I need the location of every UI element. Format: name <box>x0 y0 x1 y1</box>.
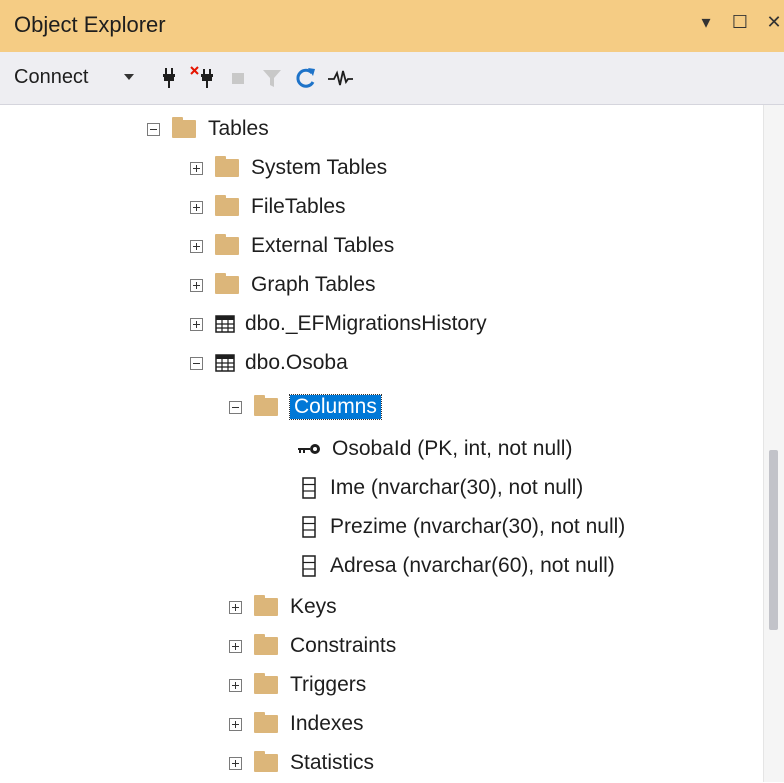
tree-node-graph-tables[interactable]: Graph Tables <box>190 265 376 305</box>
expand-icon[interactable] <box>190 317 203 331</box>
tree-node-tables[interactable]: Tables <box>147 109 269 149</box>
node-label[interactable]: System Tables <box>251 156 387 180</box>
expand-icon[interactable] <box>229 717 242 731</box>
node-label[interactable]: dbo._EFMigrationsHistory <box>245 312 487 336</box>
tree-node-column-osobaid[interactable]: OsobaId (PK, int, not null) <box>296 429 572 469</box>
tree-node-column-ime[interactable]: Ime (nvarchar(30), not null) <box>300 468 583 508</box>
folder-icon <box>215 273 239 294</box>
tree-node-ef-migrations-history[interactable]: dbo._EFMigrationsHistory <box>190 304 487 344</box>
collapse-icon[interactable] <box>190 356 203 370</box>
node-label[interactable]: Statistics <box>290 751 374 775</box>
connect-dropdown-icon[interactable] <box>124 74 134 80</box>
node-label[interactable]: Graph Tables <box>251 273 376 297</box>
node-label[interactable]: Tables <box>208 117 269 141</box>
node-label[interactable]: dbo.Osoba <box>245 351 348 375</box>
title-bar: Object Explorer ▾ ☐ ✕ <box>0 0 784 52</box>
window-title: Object Explorer <box>14 12 166 37</box>
tree-node-indexes[interactable]: Indexes <box>229 704 364 744</box>
stop-icon[interactable] <box>224 65 252 91</box>
tree-node-keys[interactable]: Keys <box>229 587 337 627</box>
folder-icon <box>215 195 239 216</box>
collapse-icon[interactable] <box>147 122 160 136</box>
primary-key-icon <box>298 444 320 454</box>
node-label[interactable]: External Tables <box>251 234 394 258</box>
column-icon <box>302 477 316 499</box>
expand-icon[interactable] <box>190 278 203 292</box>
expand-icon[interactable] <box>190 200 203 214</box>
tree-node-columns[interactable]: Columns <box>229 387 382 427</box>
node-label[interactable]: FileTables <box>251 195 346 219</box>
activity-monitor-icon[interactable] <box>326 65 354 91</box>
node-label[interactable]: OsobaId (PK, int, not null) <box>332 437 572 461</box>
tree-node-column-prezime[interactable]: Prezime (nvarchar(30), not null) <box>300 507 625 547</box>
filter-icon[interactable] <box>258 65 286 91</box>
node-label[interactable]: Constraints <box>290 634 396 658</box>
tree-node-column-adresa[interactable]: Adresa (nvarchar(60), not null) <box>300 546 615 586</box>
close-icon[interactable]: ✕ <box>764 12 784 33</box>
tree-node-system-tables[interactable]: System Tables <box>190 148 387 188</box>
disconnect-plug-icon[interactable] <box>190 65 218 91</box>
scrollbar-thumb[interactable] <box>769 450 778 630</box>
node-label-selected[interactable]: Columns <box>289 394 382 420</box>
tree-node-statistics[interactable]: Statistics <box>229 743 374 783</box>
node-label[interactable]: Ime (nvarchar(30), not null) <box>330 476 583 500</box>
folder-icon <box>254 395 278 416</box>
object-explorer-tree: Tables System Tables FileTables External… <box>0 105 764 782</box>
folder-icon <box>215 156 239 177</box>
tree-node-constraints[interactable]: Constraints <box>229 626 396 666</box>
expand-icon[interactable] <box>190 161 203 175</box>
folder-icon <box>254 595 278 616</box>
node-label[interactable]: Triggers <box>290 673 366 697</box>
folder-icon <box>254 712 278 733</box>
vertical-scrollbar[interactable] <box>763 105 784 782</box>
tree-node-dbo-osoba[interactable]: dbo.Osoba <box>190 343 348 383</box>
table-icon <box>215 354 235 372</box>
connect-button[interactable]: Connect <box>14 66 89 89</box>
node-label[interactable]: Indexes <box>290 712 364 736</box>
node-label[interactable]: Keys <box>290 595 337 619</box>
node-label[interactable]: Prezime (nvarchar(30), not null) <box>330 515 625 539</box>
column-icon <box>302 555 316 577</box>
folder-icon <box>172 117 196 138</box>
connect-plug-icon[interactable] <box>156 65 184 91</box>
folder-icon <box>215 234 239 255</box>
expand-icon[interactable] <box>190 239 203 253</box>
table-icon <box>215 315 235 333</box>
toolbar: Connect <box>0 52 784 105</box>
folder-icon <box>254 751 278 772</box>
expand-icon[interactable] <box>229 678 242 692</box>
column-icon <box>302 516 316 538</box>
node-label[interactable]: Adresa (nvarchar(60), not null) <box>330 554 615 578</box>
tree-node-external-tables[interactable]: External Tables <box>190 226 394 266</box>
window-controls: ▾ ☐ ✕ <box>696 12 784 33</box>
expand-icon[interactable] <box>229 639 242 653</box>
expand-icon[interactable] <box>229 600 242 614</box>
tree-node-triggers[interactable]: Triggers <box>229 665 366 705</box>
folder-icon <box>254 673 278 694</box>
tree-node-filetables[interactable]: FileTables <box>190 187 346 227</box>
maximize-icon[interactable]: ☐ <box>730 12 750 33</box>
collapse-icon[interactable] <box>229 400 242 414</box>
dropdown-icon[interactable]: ▾ <box>696 12 716 33</box>
folder-icon <box>254 634 278 655</box>
expand-icon[interactable] <box>229 756 242 770</box>
refresh-icon[interactable] <box>292 65 320 91</box>
